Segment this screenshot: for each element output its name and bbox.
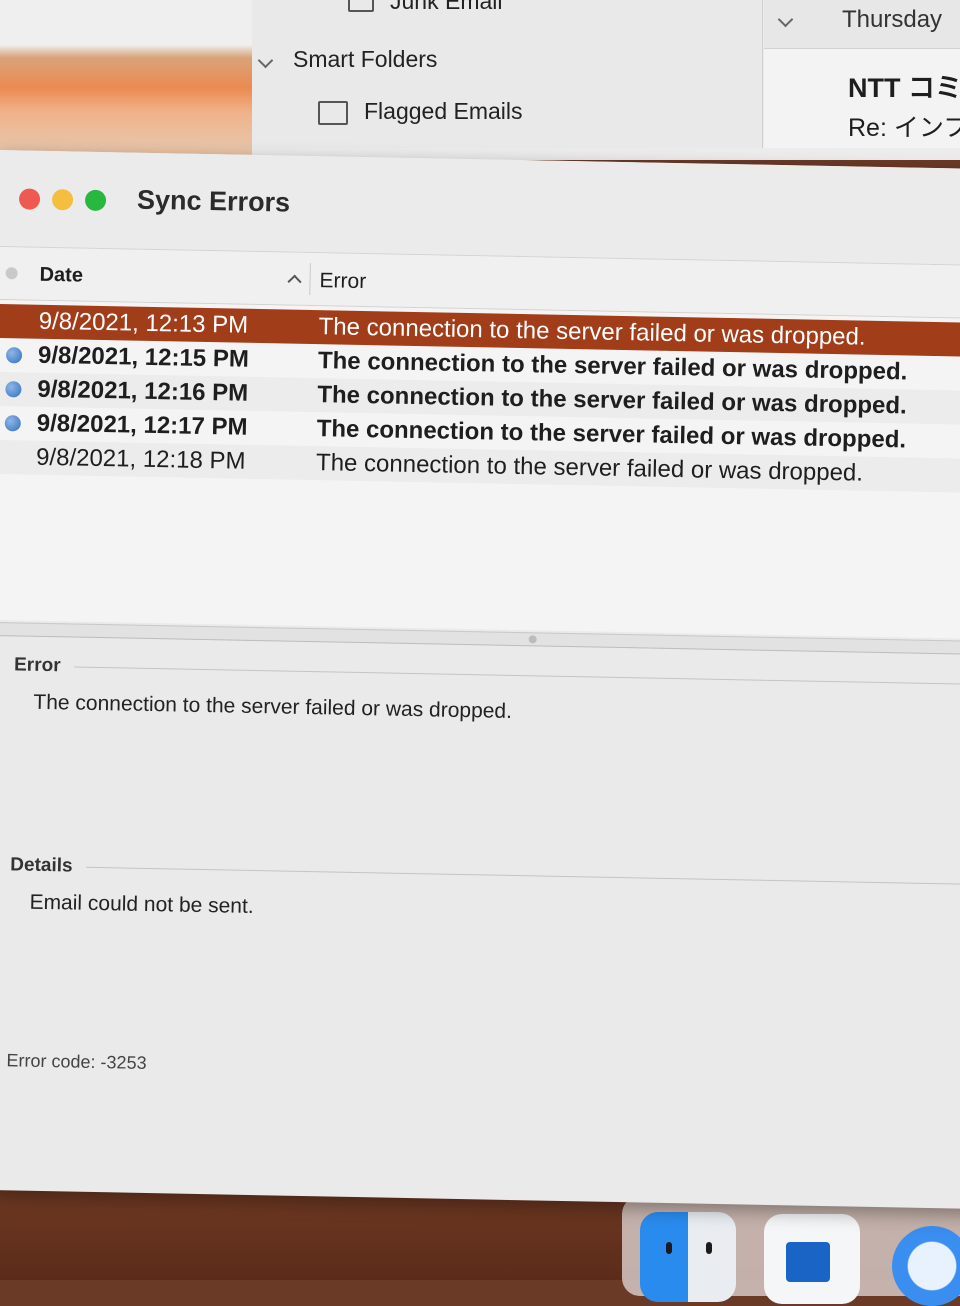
- folder-label: Smart Folders: [293, 46, 438, 72]
- chevron-down-icon: [257, 53, 274, 69]
- finder-icon[interactable]: [640, 1212, 736, 1302]
- column-header-date[interactable]: Date: [39, 264, 83, 288]
- window-title: Sync Errors: [136, 184, 291, 218]
- message-sender[interactable]: NTT コミ: [848, 66, 960, 105]
- folder-label: Flagged Emails: [364, 98, 523, 124]
- row-date: 9/8/2021, 12:13 PM: [38, 307, 249, 339]
- close-button[interactable]: [18, 188, 41, 210]
- folder-pane: Junk Email Smart Folders Flagged Emails: [252, 0, 763, 148]
- chevron-down-icon: [777, 11, 794, 28]
- divider: [86, 866, 960, 885]
- error-section-label: Error: [13, 654, 61, 677]
- wallpaper: [0, 0, 252, 160]
- row-date: 9/8/2021, 12:15 PM: [37, 341, 250, 373]
- details-text: Email could not be sent.: [29, 890, 254, 919]
- minimize-button[interactable]: [51, 189, 74, 211]
- background-outlook-window: Junk Email Smart Folders Flagged Emails …: [0, 0, 960, 160]
- row-date: 9/8/2021, 12:17 PM: [36, 409, 248, 441]
- sync-errors-window: Sync Errors Date Error 9/8/2021, 12:13 P…: [0, 150, 960, 1210]
- sort-ascending-icon[interactable]: [287, 274, 302, 289]
- unread-dot-icon: [4, 415, 21, 432]
- column-divider[interactable]: [309, 262, 311, 295]
- day-group-header[interactable]: Thursday: [764, 0, 960, 49]
- column-header-error[interactable]: Error: [319, 269, 366, 294]
- folder-junk-email[interactable]: Junk Email: [348, 0, 502, 15]
- folder-smart-folders[interactable]: Smart Folders: [257, 46, 438, 73]
- error-code: Error code: -3253: [6, 1050, 147, 1073]
- splitter-handle-icon[interactable]: [528, 635, 537, 644]
- unread-dot-icon: [5, 347, 23, 364]
- finder-eye: [666, 1242, 672, 1254]
- row-date: 9/8/2021, 12:18 PM: [35, 443, 246, 475]
- zoom-button[interactable]: [84, 189, 107, 212]
- unread-dot-icon: [5, 381, 22, 398]
- folder-label: Junk Email: [390, 0, 503, 14]
- folder-icon: [318, 100, 348, 125]
- day-label: Thursday: [842, 6, 943, 33]
- divider: [74, 666, 960, 685]
- row-error: The connection to the server failed or w…: [315, 449, 864, 487]
- message-subject[interactable]: Re: インフ: [848, 108, 960, 144]
- details-section-label: Details: [10, 854, 73, 877]
- status-column-dot: [5, 267, 18, 280]
- outlook-icon[interactable]: [764, 1214, 860, 1304]
- junk-icon: [348, 0, 374, 12]
- error-list: 9/8/2021, 12:13 PM The connection to the…: [0, 299, 960, 640]
- row-date: 9/8/2021, 12:16 PM: [37, 375, 249, 407]
- message-list: Thursday NTT コミ Re: インフ: [764, 0, 960, 148]
- finder-eye: [706, 1242, 712, 1254]
- error-detail-text: The connection to the server failed or w…: [33, 690, 513, 723]
- folder-flagged-emails[interactable]: Flagged Emails: [318, 98, 523, 125]
- outlook-tile: [786, 1242, 830, 1282]
